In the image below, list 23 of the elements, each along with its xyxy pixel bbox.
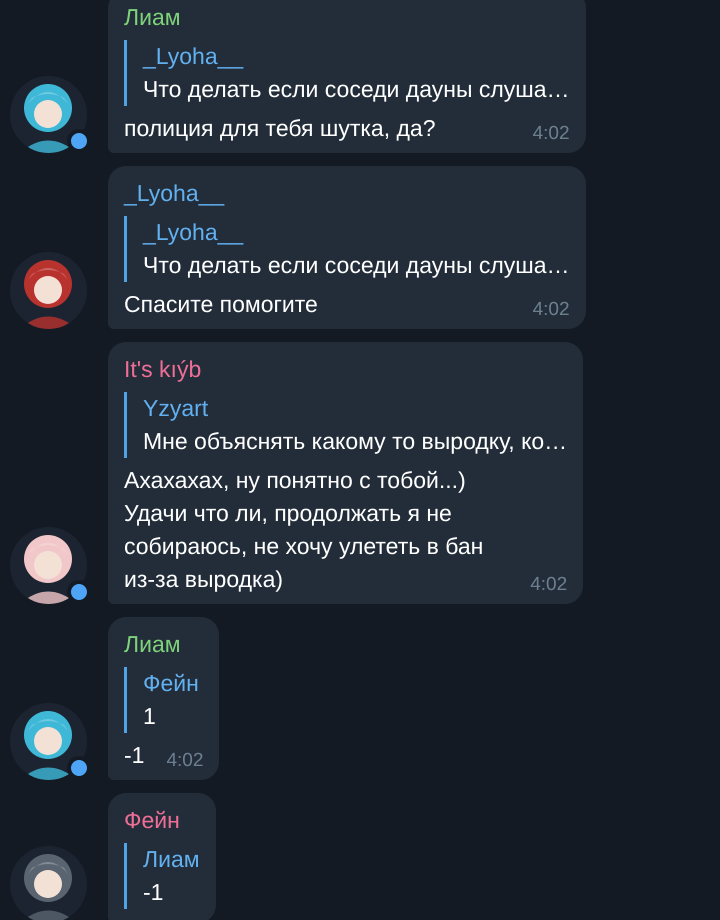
reply-text: -1 <box>143 878 164 907</box>
message-text: Спасите помогите <box>124 290 318 319</box>
message-text: Ахахахах, ну понятно с тобой...) Удачи что ли, продолжать я не собираюсь, не хочу улететь в бан из-за выродка) <box>124 466 484 594</box>
reply-author: _Lyoha__ <box>143 218 244 247</box>
reply-author: _Lyoha__ <box>143 42 244 71</box>
reply-text: Что делать если соседи дауны слуша… <box>143 75 570 104</box>
sender-name: _Lyoha__ <box>124 179 226 208</box>
sender-name: It's kıýb <box>124 355 202 384</box>
message-time: 4:02 <box>530 573 568 597</box>
sender-name: Лиам <box>124 630 182 659</box>
reply-text: Мне объяснять какому то выродку, ко… <box>143 427 568 456</box>
message-text: -1 <box>124 741 144 770</box>
message-time: 4:02 <box>532 298 570 322</box>
sender-name: Лиам <box>124 3 182 32</box>
message-time: 4:02 <box>166 749 204 773</box>
reply-author: Лиам <box>143 845 200 874</box>
reply-author: Yzyart <box>143 394 210 423</box>
message-text: полиция для тебя шутка, да? <box>124 114 436 143</box>
sender-name: Фейн <box>124 806 181 835</box>
reply-author: Фейн <box>143 669 200 698</box>
reply-text: 1 <box>143 702 157 731</box>
message-time: 4:02 <box>532 122 570 146</box>
reply-text: Что делать если соседи дауны слуша… <box>143 251 570 280</box>
